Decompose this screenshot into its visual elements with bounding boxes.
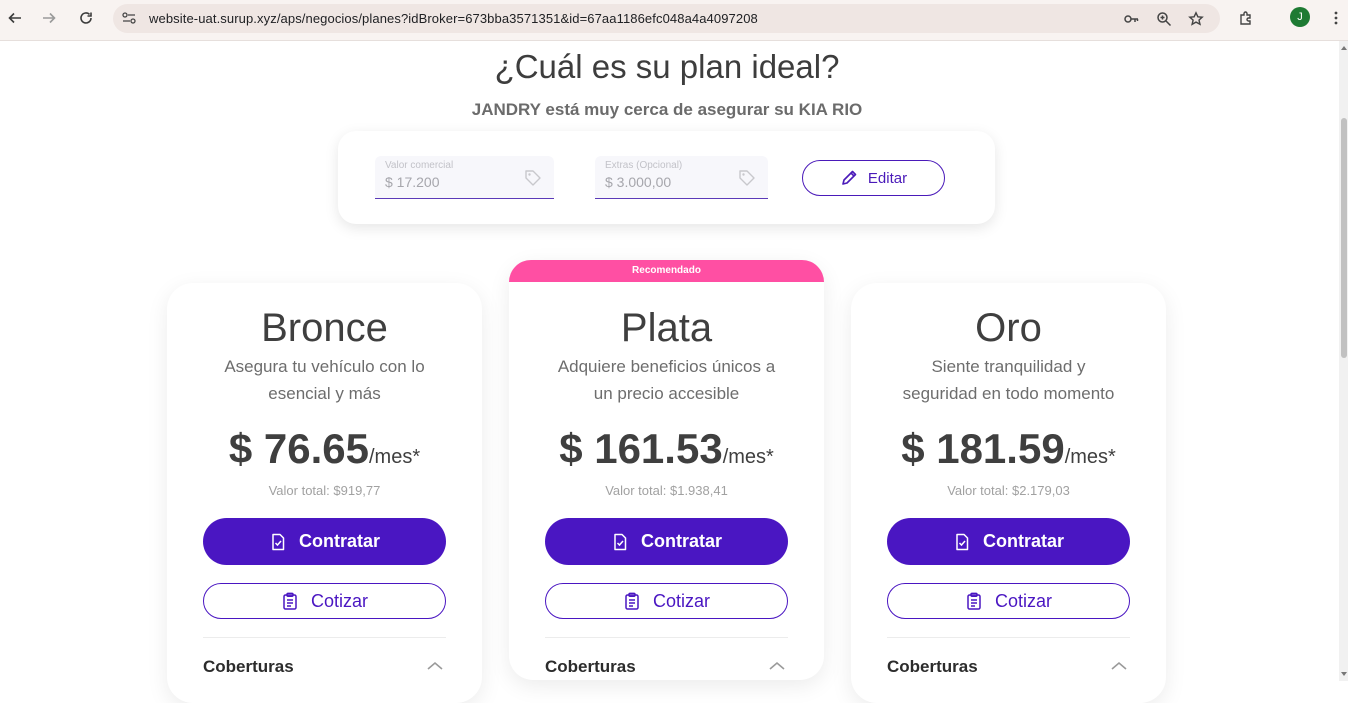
plan-description-line: esencial y más: [268, 384, 381, 403]
price-period: /mes*: [722, 446, 774, 468]
plan-price: $ 76.65/mes*: [167, 425, 482, 473]
extras-value-text: $ 3.000,00: [605, 174, 672, 190]
clipboard-icon: [967, 592, 981, 610]
site-info-icon[interactable]: [121, 10, 137, 26]
tag-icon: [525, 170, 541, 186]
page-subtitle: JANDRY está muy cerca de asegurar su KIA…: [471, 100, 863, 119]
plan-description-line: Siente tranquilidad y: [931, 357, 1086, 376]
price-amount: $ 161.53: [559, 425, 723, 472]
plan-name: Plata: [620, 306, 713, 350]
tag-icon: [739, 170, 755, 186]
plan-description-line: un precio accesible: [593, 384, 740, 403]
edit-button-label: Editar: [867, 169, 908, 187]
coverage-label: Coberturas: [203, 657, 294, 676]
commercial-value-field[interactable]: Valor comercial $ 17.200: [375, 156, 554, 199]
divider: [203, 637, 446, 638]
document-check-icon: [614, 533, 627, 550]
extensions-icon[interactable]: [1234, 6, 1258, 30]
extras-label: Extras (Opcional): [605, 160, 683, 171]
quote-button[interactable]: Cotizar: [887, 583, 1130, 619]
plan-total: Valor total: $1.938,41: [605, 483, 728, 498]
clipboard-icon: [625, 592, 639, 610]
chevron-up-icon[interactable]: [1109, 659, 1129, 673]
plan-description-line: Adquiere beneficios únicos a: [557, 357, 776, 376]
vehicle-value-card: Valor comercial $ 17.200 Extras (Opciona…: [338, 131, 995, 224]
quote-button-label: Cotizar: [310, 590, 368, 611]
url-text: website-uat.surup.xyz/aps/negocios/plane…: [149, 11, 758, 26]
zoom-icon[interactable]: [1154, 9, 1174, 29]
extras-field[interactable]: Extras (Opcional) $ 3.000,00: [595, 156, 768, 199]
plan-card-bronce: Bronce Asegura tu vehículo con lo esenci…: [167, 283, 482, 703]
back-icon[interactable]: [3, 6, 27, 30]
page-scrollbar[interactable]: [1339, 41, 1348, 681]
quote-button[interactable]: Cotizar: [545, 583, 788, 619]
chevron-up-icon[interactable]: [425, 659, 445, 673]
contract-button-label: Contratar: [640, 531, 722, 551]
plan-price: $ 161.53/mes*: [509, 425, 824, 473]
plan-total: Valor total: $919,77: [268, 483, 381, 498]
scroll-down-arrow-icon[interactable]: [1341, 672, 1347, 676]
scroll-up-arrow-icon[interactable]: [1341, 46, 1347, 50]
plan-name: Bronce: [261, 306, 388, 350]
plan-description: Asegura tu vehículo con lo esencial y má…: [204, 353, 445, 407]
profile-avatar[interactable]: J: [1290, 7, 1310, 27]
divider: [887, 637, 1130, 638]
price-amount: $ 181.59: [901, 425, 1065, 472]
bookmark-star-icon[interactable]: [1186, 9, 1206, 29]
reload-icon[interactable]: [74, 6, 98, 30]
chevron-up-icon[interactable]: [767, 659, 787, 673]
quote-button-label: Cotizar: [652, 590, 710, 611]
price-period: /mes*: [1064, 446, 1116, 468]
address-bar[interactable]: website-uat.surup.xyz/aps/negocios/plane…: [113, 4, 1220, 33]
forward-icon[interactable]: [37, 6, 61, 30]
recommended-badge: Recomendado: [509, 260, 824, 282]
plan-total: Valor total: $2.179,03: [947, 483, 1070, 498]
coverage-label: Coberturas: [887, 657, 978, 676]
contract-button-label: Contratar: [298, 531, 380, 551]
contract-button[interactable]: Contratar: [545, 518, 788, 565]
pencil-icon: [842, 170, 857, 185]
plan-description: Adquiere beneficios únicos a un precio a…: [546, 353, 787, 407]
clipboard-icon: [283, 592, 297, 610]
divider: [545, 637, 788, 638]
commercial-value-text: $ 17.200: [385, 174, 440, 190]
edit-button[interactable]: Editar: [802, 160, 945, 196]
price-amount: $ 76.65: [228, 425, 369, 472]
document-check-icon: [272, 533, 285, 550]
menu-icon[interactable]: [1324, 6, 1348, 30]
plan-name: Oro: [975, 306, 1042, 350]
password-key-icon[interactable]: [1121, 9, 1141, 29]
browser-toolbar: website-uat.surup.xyz/aps/negocios/plane…: [0, 0, 1348, 41]
plan-card-oro: Oro Siente tranquilidad y seguridad en t…: [851, 283, 1166, 703]
contract-button-label: Contratar: [982, 531, 1064, 551]
contract-button[interactable]: Contratar: [887, 518, 1130, 565]
plan-price: $ 181.59/mes*: [851, 425, 1166, 473]
commercial-value-label: Valor comercial: [385, 160, 454, 171]
coverage-label: Coberturas: [545, 657, 636, 676]
page-title: ¿Cuál es su plan ideal?: [494, 48, 840, 85]
plan-description: Siente tranquilidad y seguridad en todo …: [888, 353, 1129, 407]
document-check-icon: [956, 533, 969, 550]
plan-description-line: seguridad en todo momento: [902, 384, 1115, 403]
scrollbar-thumb[interactable]: [1341, 118, 1347, 358]
price-period: /mes*: [369, 446, 421, 468]
quote-button[interactable]: Cotizar: [203, 583, 446, 619]
quote-button-label: Cotizar: [994, 590, 1052, 611]
plan-description-line: Asegura tu vehículo con lo: [224, 357, 425, 376]
plan-card-plata: Recomendado Plata Adquiere beneficios ún…: [509, 260, 824, 680]
contract-button[interactable]: Contratar: [203, 518, 446, 565]
